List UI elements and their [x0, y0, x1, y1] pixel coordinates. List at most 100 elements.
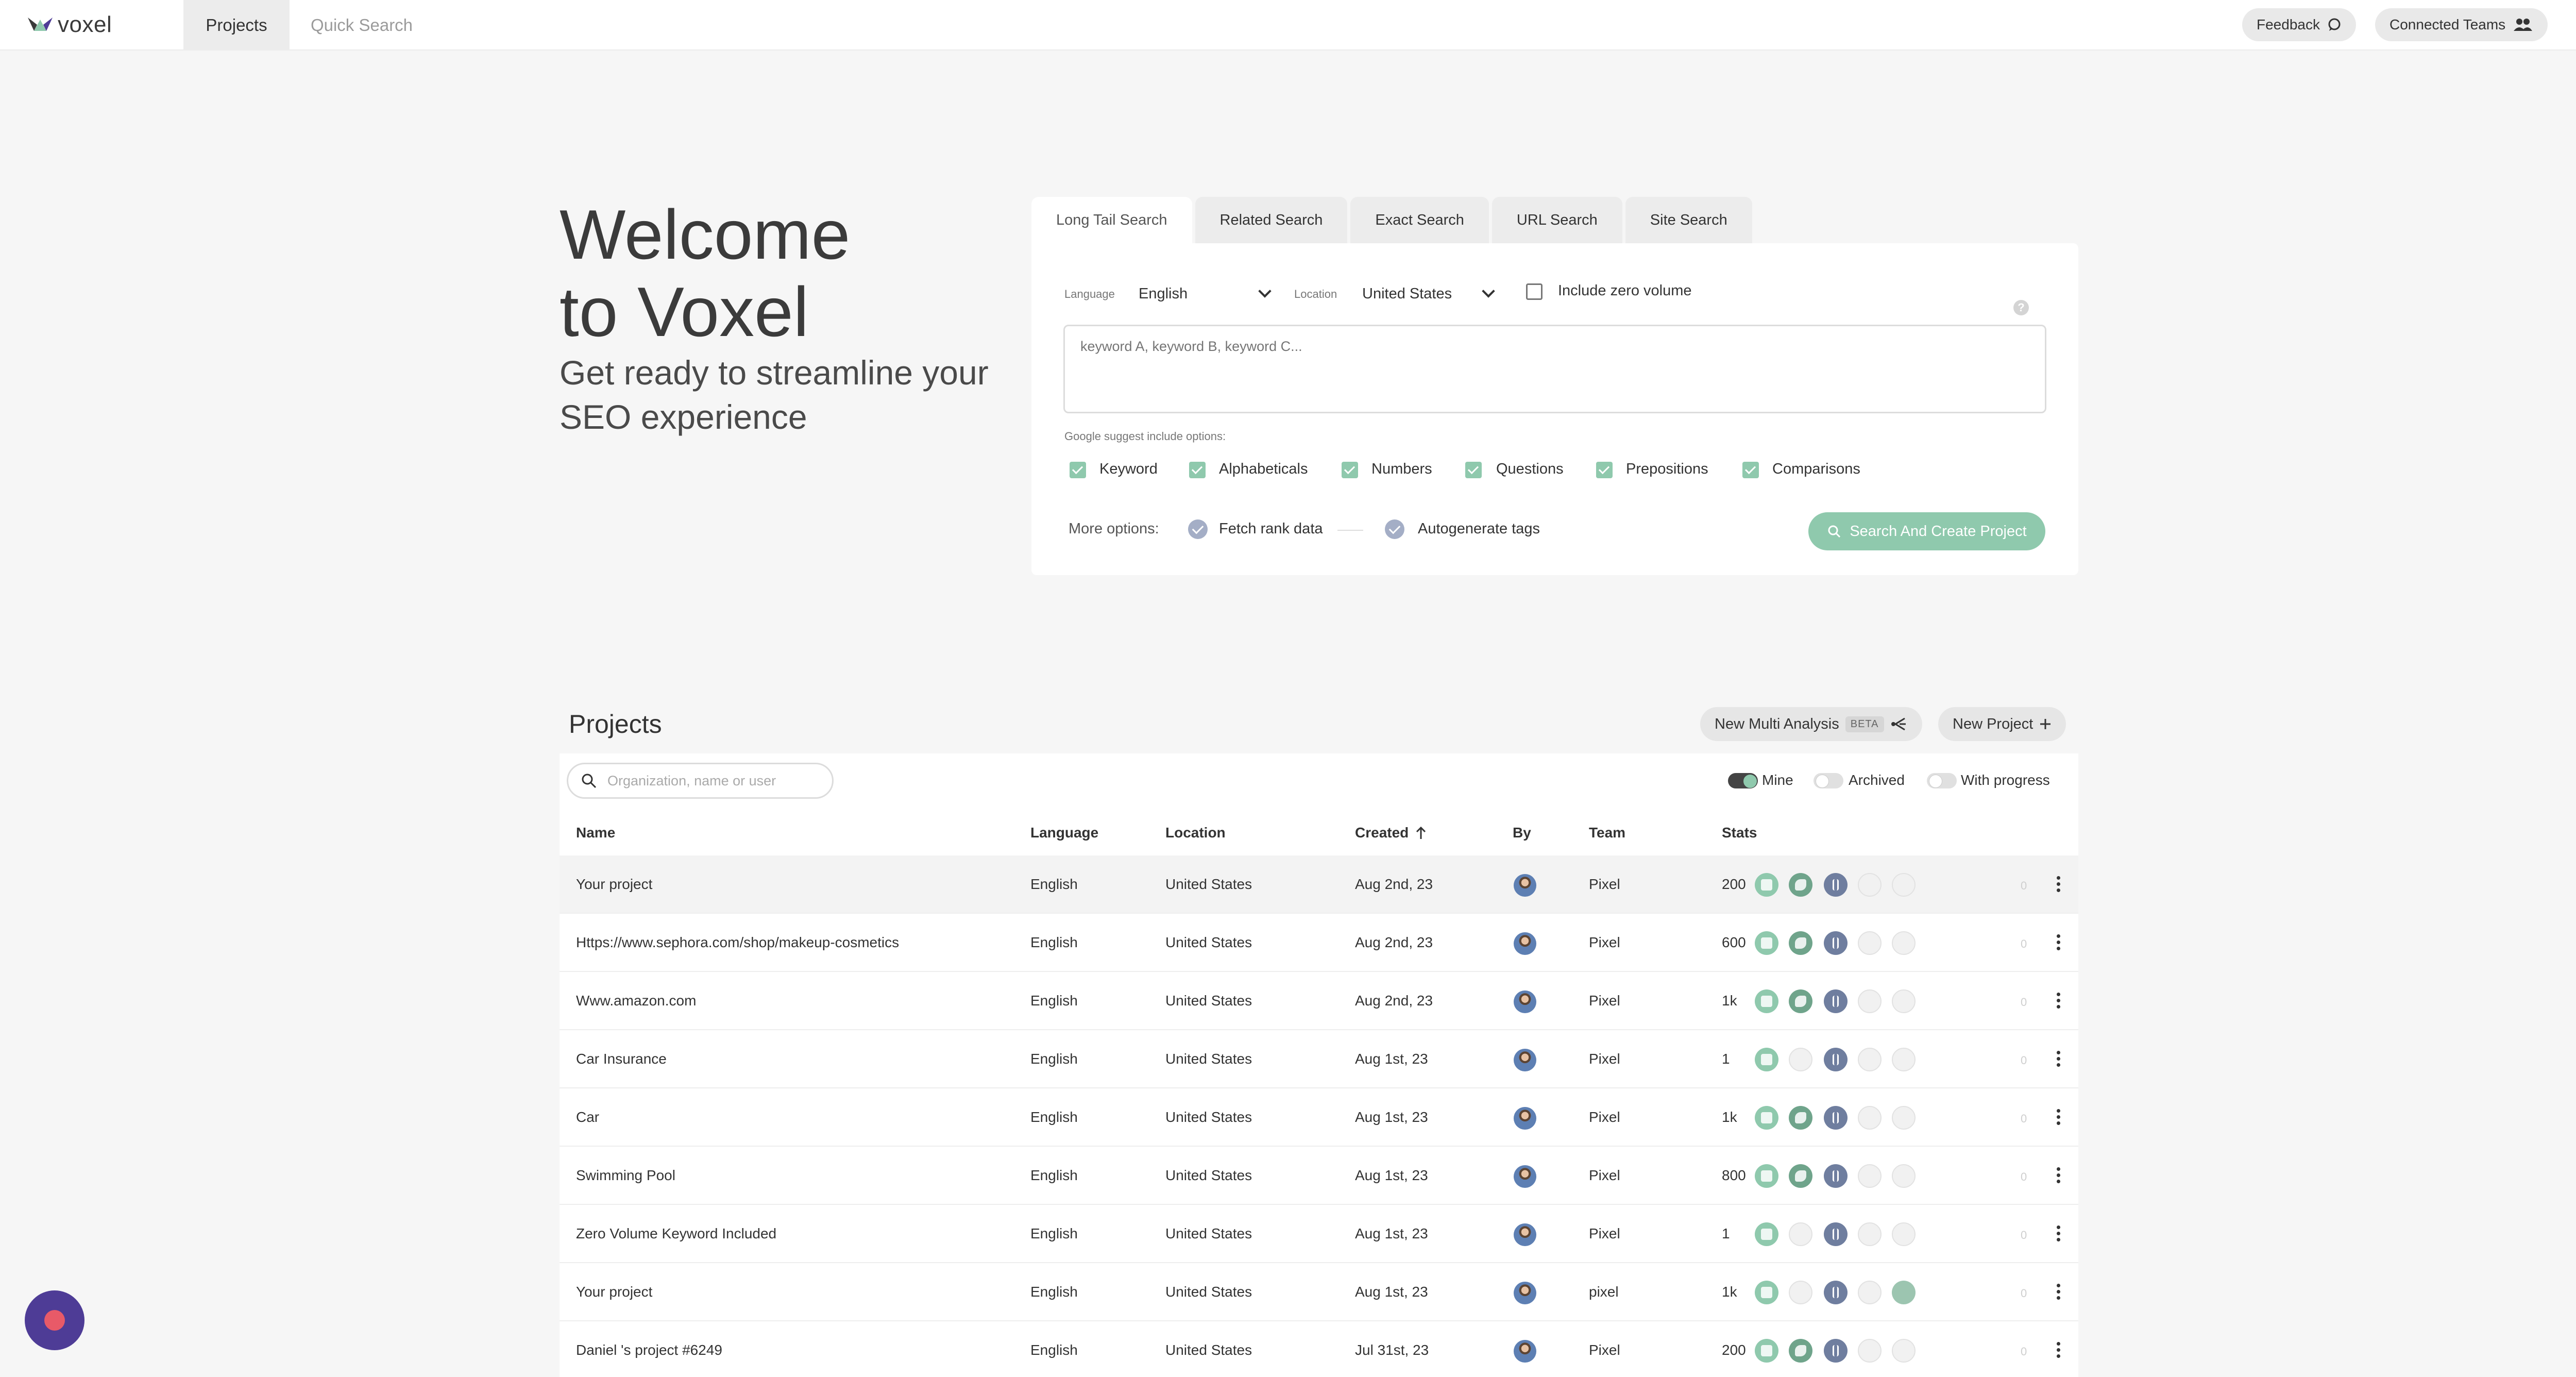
col-created[interactable]: Created	[1355, 825, 1409, 841]
trend-icon[interactable]	[1892, 1106, 1916, 1130]
tag-icon[interactable]	[1789, 1048, 1812, 1071]
new-multi-analysis-button[interactable]: New Multi Analysis BETA	[1700, 707, 1922, 741]
help-icon[interactable]: ?	[2013, 300, 2029, 315]
status-icon[interactable]	[1858, 1281, 1882, 1304]
projects-search-input[interactable]: Organization, name or user	[567, 763, 834, 799]
sort-arrows-icon[interactable]	[1824, 989, 1848, 1013]
tag-icon[interactable]	[1789, 873, 1812, 897]
nav-tab-quick-search[interactable]: Quick Search	[290, 0, 434, 51]
kebab-menu-icon[interactable]	[2057, 876, 2061, 894]
col-stats[interactable]: Stats	[1722, 825, 1757, 841]
tab-exact-search[interactable]: Exact Search	[1350, 197, 1489, 243]
checkbox-alphabeticals[interactable]	[1189, 462, 1206, 478]
sort-arrows-icon[interactable]	[1824, 1164, 1848, 1188]
list-icon[interactable]	[1755, 873, 1778, 897]
col-language[interactable]: Language	[1030, 825, 1098, 841]
sort-arrows-icon[interactable]	[1824, 1281, 1848, 1304]
checkbox-numbers[interactable]	[1342, 462, 1358, 478]
col-location[interactable]: Location	[1165, 825, 1226, 841]
sort-arrows-icon[interactable]	[1824, 931, 1848, 955]
list-icon[interactable]	[1755, 1048, 1778, 1071]
table-row[interactable]: Zero Volume Keyword Included English Unite…	[560, 1205, 2078, 1263]
project-name[interactable]: Swimming Pool	[576, 1167, 675, 1184]
status-icon[interactable]	[1858, 1048, 1882, 1071]
col-team[interactable]: Team	[1589, 825, 1625, 841]
arrow-up-icon[interactable]	[1415, 826, 1427, 840]
status-icon[interactable]	[1858, 1222, 1882, 1246]
trend-icon[interactable]	[1892, 1281, 1916, 1304]
search-and-create-button[interactable]: Search And Create Project	[1808, 512, 2045, 550]
tab-url-search[interactable]: URL Search	[1492, 197, 1622, 243]
tab-site-search[interactable]: Site Search	[1625, 197, 1752, 243]
col-name[interactable]: Name	[576, 825, 615, 841]
list-icon[interactable]	[1755, 1281, 1778, 1304]
kebab-menu-icon[interactable]	[2057, 1225, 2061, 1243]
keywords-input[interactable]	[1063, 325, 2046, 413]
checkbox-comparisons[interactable]	[1742, 462, 1759, 478]
brand-logo[interactable]: voxel	[27, 11, 112, 38]
status-icon[interactable]	[1858, 931, 1882, 955]
list-icon[interactable]	[1755, 989, 1778, 1013]
checkbox-questions[interactable]	[1465, 462, 1482, 478]
sort-arrows-icon[interactable]	[1824, 1222, 1848, 1246]
tab-related-search[interactable]: Related Search	[1195, 197, 1348, 243]
kebab-menu-icon[interactable]	[2057, 1167, 2061, 1185]
status-icon[interactable]	[1858, 1106, 1882, 1130]
location-select[interactable]: United States	[1361, 279, 1500, 308]
tag-icon[interactable]	[1789, 1164, 1812, 1188]
table-row[interactable]: Car Insurance English United States Aug 1st…	[560, 1030, 2078, 1088]
kebab-menu-icon[interactable]	[2057, 1284, 2061, 1301]
tab-long-tail-search[interactable]: Long Tail Search	[1031, 197, 1192, 243]
table-row[interactable]: Swimming Pool English United States Aug 1st…	[560, 1147, 2078, 1205]
archived-toggle[interactable]	[1814, 773, 1843, 788]
status-icon[interactable]	[1858, 1164, 1882, 1188]
table-row[interactable]: Www.amazon.com English United States Aug 2n…	[560, 972, 2078, 1030]
new-project-button[interactable]: New Project	[1938, 707, 2066, 741]
list-icon[interactable]	[1755, 1339, 1778, 1363]
sort-arrows-icon[interactable]	[1824, 873, 1848, 897]
autogenerate-tags-toggle[interactable]	[1385, 519, 1404, 539]
list-icon[interactable]	[1755, 1106, 1778, 1130]
trend-icon[interactable]	[1892, 1164, 1916, 1188]
feedback-button[interactable]: Feedback	[2242, 8, 2356, 41]
trend-icon[interactable]	[1892, 1339, 1916, 1363]
with-progress-toggle[interactable]	[1927, 773, 1957, 788]
tag-icon[interactable]	[1789, 1222, 1812, 1246]
table-row[interactable]: Your project English United States Aug 1st,…	[560, 1263, 2078, 1321]
project-name[interactable]: Your project	[576, 1284, 652, 1300]
trend-icon[interactable]	[1892, 989, 1916, 1013]
project-name[interactable]: Your project	[576, 876, 652, 893]
project-name[interactable]: Www.amazon.com	[576, 993, 696, 1009]
table-row[interactable]: Daniel 's project #6249 English United Sta…	[560, 1321, 2078, 1377]
trend-icon[interactable]	[1892, 931, 1916, 955]
sort-arrows-icon[interactable]	[1824, 1048, 1848, 1071]
tag-icon[interactable]	[1789, 931, 1812, 955]
tag-icon[interactable]	[1789, 1281, 1812, 1304]
tag-icon[interactable]	[1789, 1339, 1812, 1363]
project-name[interactable]: Car	[576, 1109, 599, 1126]
language-select[interactable]: English	[1138, 279, 1277, 308]
mine-toggle[interactable]	[1728, 773, 1758, 788]
project-name[interactable]: Https://www.sephora.com/shop/makeup-cosm…	[576, 934, 899, 951]
connected-teams-button[interactable]: Connected Teams	[2375, 8, 2548, 41]
table-row[interactable]: Https://www.sephora.com/shop/makeup-cosm…	[560, 914, 2078, 972]
fetch-rank-toggle[interactable]	[1188, 519, 1208, 539]
status-icon[interactable]	[1858, 873, 1882, 897]
nav-tab-projects[interactable]: Projects	[183, 0, 290, 51]
sort-arrows-icon[interactable]	[1824, 1339, 1848, 1363]
table-row[interactable]: Car English United States Aug 1st, 23 Pixel 1…	[560, 1088, 2078, 1147]
status-icon[interactable]	[1858, 989, 1882, 1013]
checkbox-keyword[interactable]	[1070, 462, 1086, 478]
zero-volume-checkbox[interactable]	[1526, 283, 1543, 300]
trend-icon[interactable]	[1892, 1048, 1916, 1071]
trend-icon[interactable]	[1892, 873, 1916, 897]
checkbox-prepositions[interactable]	[1596, 462, 1613, 478]
kebab-menu-icon[interactable]	[2057, 993, 2061, 1010]
project-name[interactable]: Daniel 's project #6249	[576, 1342, 722, 1358]
list-icon[interactable]	[1755, 1164, 1778, 1188]
status-icon[interactable]	[1858, 1339, 1882, 1363]
list-icon[interactable]	[1755, 931, 1778, 955]
table-row[interactable]: Your project English United States Aug 2nd,…	[560, 855, 2078, 914]
project-name[interactable]: Zero Volume Keyword Included	[576, 1225, 776, 1242]
kebab-menu-icon[interactable]	[2057, 1342, 2061, 1359]
